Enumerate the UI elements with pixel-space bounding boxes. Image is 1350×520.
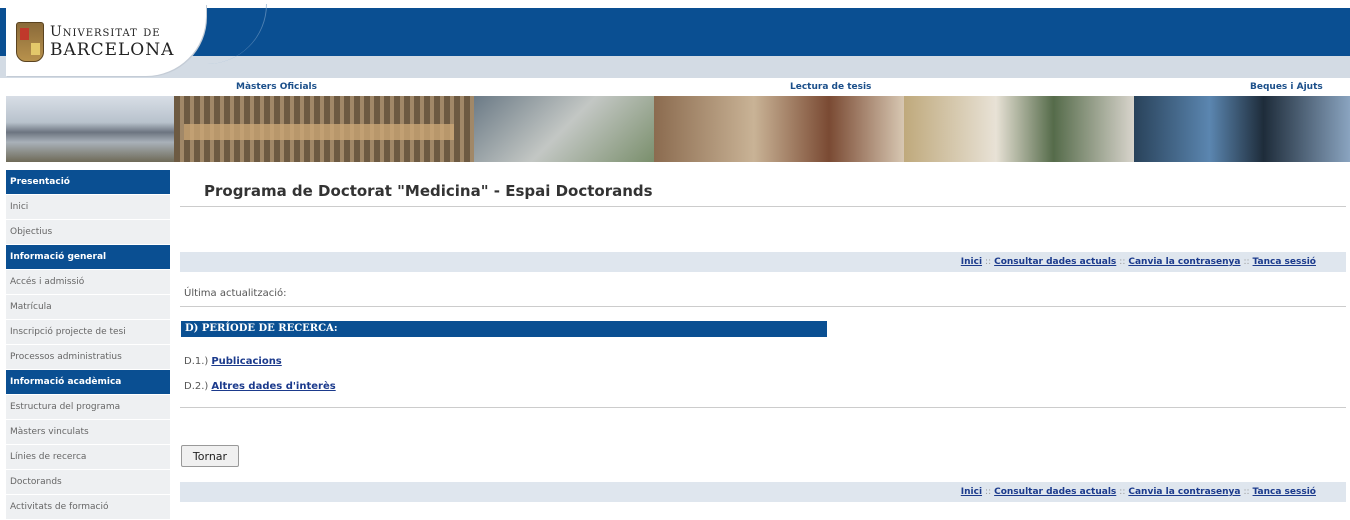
sidebar-item-linked-masters[interactable]: Màsters vinculats <box>6 420 170 445</box>
last-update-label: Última actualització: <box>184 288 287 299</box>
divider <box>180 306 1346 307</box>
link-publications[interactable]: Publicacions <box>211 356 281 367</box>
divider <box>180 407 1346 408</box>
sidebar-menu: Presentació Inici Objectius Informació g… <box>6 170 170 520</box>
logo-text-line2: BARCELONA <box>50 40 175 60</box>
link-separator: :: <box>1119 257 1126 267</box>
sidebar-heading-general-info[interactable]: Informació general <box>6 245 170 270</box>
link-logout[interactable]: Tanca sessió <box>1253 257 1316 267</box>
banner-photo-hospital <box>474 96 654 162</box>
user-links-bar-top: Inici:: Consultar dades actuals:: Canvia l… <box>180 252 1346 272</box>
link-separator: :: <box>1119 487 1126 497</box>
link-other-data[interactable]: Altres dades d'interès <box>211 381 335 392</box>
back-button[interactable]: Tornar <box>181 445 239 467</box>
sidebar-heading-presentation[interactable]: Presentació <box>6 170 170 195</box>
banner-photo-facade <box>174 96 474 162</box>
nav-link-masters[interactable]: Màsters Oficials <box>236 82 317 92</box>
crest-icon <box>16 22 44 62</box>
link-change-password[interactable]: Canvia la contrasenya <box>1128 257 1240 267</box>
sidebar-heading-academic-info[interactable]: Informació acadèmica <box>6 370 170 395</box>
banner-photo-building <box>6 96 174 162</box>
subsection-row-publications: D.1.) Publicacions <box>184 356 282 367</box>
link-current-data[interactable]: Consultar dades actuals <box>994 257 1116 267</box>
link-logout[interactable]: Tanca sessió <box>1253 487 1316 497</box>
sidebar-item-training[interactable]: Activitats de formació <box>6 495 170 520</box>
link-home[interactable]: Inici <box>961 487 982 497</box>
banner-photo-lab <box>904 96 1134 162</box>
subsection-prefix: D.2.) <box>184 381 209 392</box>
link-home[interactable]: Inici <box>961 257 982 267</box>
sidebar-item-home[interactable]: Inici <box>6 195 170 220</box>
link-separator: :: <box>985 487 992 497</box>
sidebar-item-access[interactable]: Accés i admissió <box>6 270 170 295</box>
nav-link-thesis[interactable]: Lectura de tesis <box>790 82 871 92</box>
section-heading-research-period: D) PERÍODE DE RECERCA: <box>181 321 827 337</box>
link-separator: :: <box>985 257 992 267</box>
university-logo[interactable]: Universitat de BARCELONA <box>6 4 267 76</box>
page-title: Programa de Doctorat "Medicina" - Espai … <box>204 182 653 200</box>
banner-photo-anatomy <box>654 96 904 162</box>
user-links-bar-bottom: Inici:: Consultar dades actuals:: Canvia l… <box>180 482 1346 502</box>
link-separator: :: <box>1243 487 1250 497</box>
top-navigation: Màsters Oficials Lectura de tesis Beques… <box>0 78 1350 96</box>
sidebar-item-enrollment[interactable]: Matrícula <box>6 295 170 320</box>
nav-link-grants[interactable]: Beques i Ajuts <box>1250 82 1323 92</box>
sidebar-item-admin-processes[interactable]: Processos administratius <box>6 345 170 370</box>
link-current-data[interactable]: Consultar dades actuals <box>994 487 1116 497</box>
page-title-row: Programa de Doctorat "Medicina" - Espai … <box>180 170 1346 207</box>
sidebar-item-research-lines[interactable]: Línies de recerca <box>6 445 170 470</box>
subsection-row-other-data: D.2.) Altres dades d'interès <box>184 381 336 392</box>
banner-photo-computers <box>1134 96 1350 162</box>
logo-text-line1: Universitat de <box>50 24 161 40</box>
sidebar-item-structure[interactable]: Estructura del programa <box>6 395 170 420</box>
sidebar-item-objectives[interactable]: Objectius <box>6 220 170 245</box>
link-change-password[interactable]: Canvia la contrasenya <box>1128 487 1240 497</box>
link-separator: :: <box>1243 257 1250 267</box>
subsection-prefix: D.1.) <box>184 356 209 367</box>
header-banner-image <box>6 96 1350 162</box>
sidebar-item-thesis-project[interactable]: Inscripció projecte de tesi <box>6 320 170 345</box>
sidebar-item-doctoral-students[interactable]: Doctorands <box>6 470 170 495</box>
